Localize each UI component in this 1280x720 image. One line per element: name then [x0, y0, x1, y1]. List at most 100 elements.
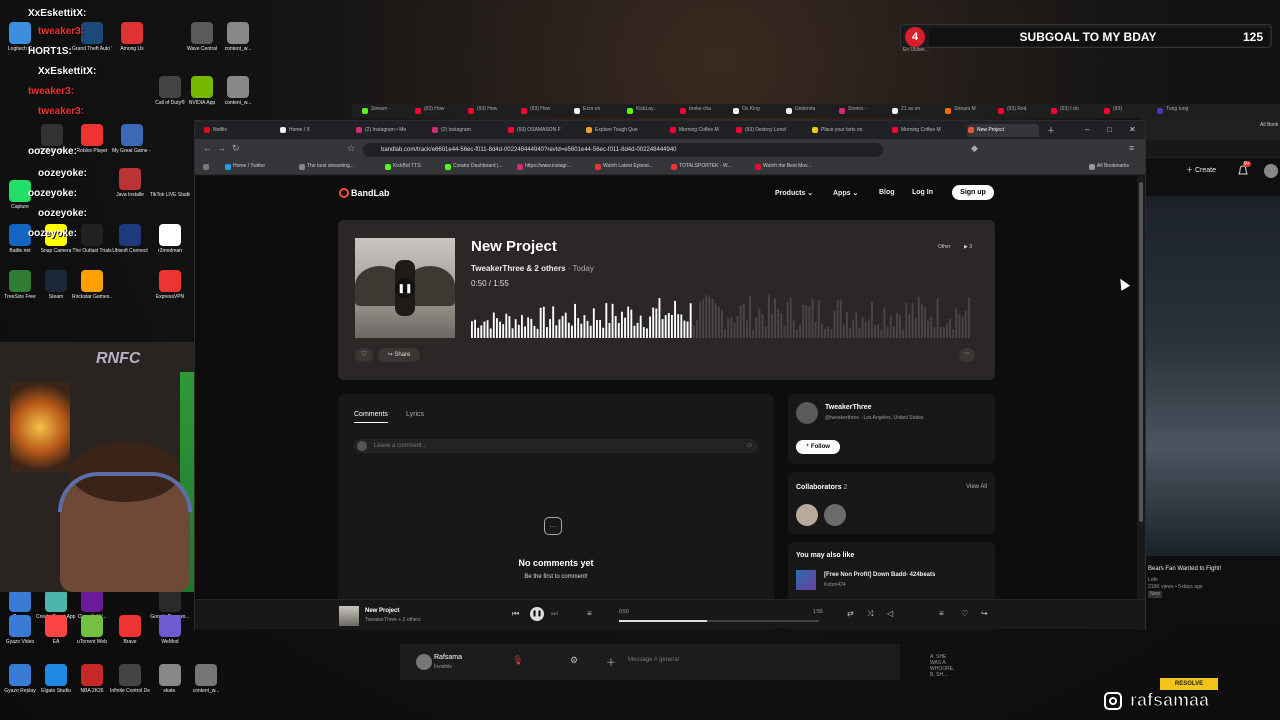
mute-icon[interactable]: 🎙: [512, 655, 523, 666]
view-all-link[interactable]: View All: [966, 484, 987, 490]
tab-active[interactable]: New Project: [967, 124, 1039, 137]
desktop-icon[interactable]: ExpressVPN: [150, 270, 190, 300]
desktop-icon[interactable]: Gyazo Video: [0, 615, 40, 645]
tab-lyrics[interactable]: Lyrics: [406, 411, 424, 418]
waveform[interactable]: [471, 292, 971, 338]
collaborator-avatar[interactable]: [824, 504, 846, 526]
track-artists[interactable]: TweakerThree & 2 others · Today: [471, 264, 594, 273]
desktop-icon[interactable]: Java Installe: [110, 168, 150, 198]
nav-login[interactable]: Log In: [912, 189, 933, 196]
nav-blog[interactable]: Blog: [879, 189, 895, 196]
track-cover[interactable]: ❚❚: [355, 238, 455, 338]
maximize-button[interactable]: □: [1107, 125, 1112, 134]
previous-icon[interactable]: ⏮: [512, 609, 519, 619]
discord-avatar[interactable]: [416, 654, 432, 670]
minimize-button[interactable]: –: [1085, 125, 1089, 134]
share-icon[interactable]: ↪: [981, 609, 988, 618]
nav-products[interactable]: Products ⌄: [775, 189, 813, 197]
emoji-icon[interactable]: ☺: [746, 439, 753, 453]
desktop-icon[interactable]: Among Us: [112, 22, 152, 52]
add-icon[interactable]: ＋: [606, 654, 616, 669]
browser-tab[interactable]: Place your bets on: [811, 124, 883, 137]
pause-button[interactable]: ❚❚: [530, 607, 544, 621]
reload-icon[interactable]: ↻: [232, 143, 240, 154]
background-tab[interactable]: Ezra on: [574, 106, 624, 117]
browser-tab[interactable]: (2) Instagram: [431, 124, 503, 137]
desktop-icon[interactable]: Elgato Studio: [36, 664, 76, 694]
browser-tab[interactable]: (93) OSAMASON F: [507, 124, 579, 137]
close-window-button[interactable]: ✕: [1129, 125, 1136, 134]
nav-apps[interactable]: Apps ⌄: [833, 189, 858, 197]
desktop-icon[interactable]: uTorrent Web: [72, 615, 112, 645]
background-tab[interactable]: (93) How: [468, 106, 518, 117]
all-bookmarks[interactable]: All Bookmarks: [1089, 163, 1129, 170]
desktop-icon[interactable]: Brave: [110, 615, 150, 645]
url-field[interactable]: bandlab.com/track/e6601e44-56ec-f011-8d4…: [363, 143, 883, 157]
pause-icon[interactable]: ❚❚: [395, 278, 415, 298]
profile-avatar[interactable]: [1264, 164, 1278, 178]
desktop-icon[interactable]: content_w...: [218, 76, 258, 106]
bell-icon[interactable]: 9+: [1236, 161, 1251, 178]
page-scrollbar[interactable]: [1137, 176, 1145, 630]
bookmark-star-icon[interactable]: ☆: [347, 143, 355, 154]
background-tab[interactable]: Stream M: [945, 106, 995, 117]
like-icon[interactable]: ♡: [961, 609, 968, 618]
desktop-icon[interactable]: EA: [36, 615, 76, 645]
browser-tab[interactable]: Netflix: [203, 124, 275, 137]
genre-badge[interactable]: Other: [938, 244, 951, 250]
desktop-icon[interactable]: Steam: [36, 270, 76, 300]
new-tab-button[interactable]: ＋: [1047, 125, 1055, 136]
bookmark-item[interactable]: KickBot TTS: [385, 163, 421, 170]
background-tab[interactable]: 21 av on: [892, 106, 942, 117]
more-options-icon[interactable]: ⋯: [959, 348, 975, 362]
create-button[interactable]: ＋ Create: [1186, 165, 1216, 175]
video-title[interactable]: Bears Fan Wanted to Fight!: [1148, 566, 1221, 572]
desktop-icon[interactable]: Wave Central: [182, 22, 222, 52]
browser-tab[interactable]: (2) Instagram • Me: [355, 124, 427, 137]
desktop-icon[interactable]: TreeSize Free: [0, 270, 40, 300]
bookmark-item[interactable]: Watch the Best Mov...: [755, 163, 811, 170]
artist-name[interactable]: TweakerThree: [825, 404, 872, 411]
background-tab[interactable]: Ox King: [733, 106, 783, 117]
video-thumbnail[interactable]: [1146, 196, 1280, 556]
comment-input[interactable]: Leave a comment... ☺: [354, 439, 758, 453]
browser-tab[interactable]: Explore Tough Que: [585, 124, 657, 137]
collaborator-avatar[interactable]: [796, 504, 818, 526]
bookmark-item[interactable]: Watch Latest Episod...: [595, 163, 653, 170]
background-tab[interactable]: KickLay..: [627, 106, 677, 117]
shuffle-icon[interactable]: ⤨: [867, 609, 873, 619]
browser-tab[interactable]: Home / X: [279, 124, 351, 137]
desktop-icon[interactable]: content_w...: [218, 22, 258, 52]
bookmark-item[interactable]: Creator Dashboard |...: [445, 163, 502, 170]
bookmark-item[interactable]: The best streaming...: [299, 163, 354, 170]
desktop-icon[interactable]: Infinite Control Deck.exe: [110, 664, 150, 694]
player-thumb[interactable]: [339, 606, 359, 626]
extension-icon[interactable]: ◆: [971, 143, 978, 154]
background-tab[interactable]: broke cha: [680, 106, 730, 117]
background-tab[interactable]: Understa: [786, 106, 836, 117]
message-input[interactable]: Message # general: [628, 657, 679, 663]
desktop-icon[interactable]: Roblox Player: [72, 124, 112, 154]
also-like-artist[interactable]: Kobro424: [824, 582, 846, 588]
repeat-icon[interactable]: ⇄: [847, 609, 854, 618]
artist-avatar[interactable]: [796, 402, 818, 424]
player-progress[interactable]: [619, 620, 819, 622]
background-tab[interactable]: (93) How: [521, 106, 571, 117]
share-button[interactable]: ↪ Share: [378, 348, 420, 362]
also-like-thumb[interactable]: [796, 570, 816, 590]
tab-comments[interactable]: Comments: [354, 411, 388, 423]
desktop-icon[interactable]: NVIDIA App: [182, 76, 222, 106]
heart-icon[interactable]: ♡: [355, 348, 373, 362]
bookmark-item[interactable]: https://www.instagr...: [517, 163, 571, 170]
desktop-icon[interactable]: WeMod: [150, 615, 190, 645]
signup-button[interactable]: Sign up: [952, 185, 994, 200]
background-tab[interactable]: Stream -: [362, 106, 412, 117]
desktop-icon[interactable]: Ubisoft Connect: [110, 224, 150, 254]
desktop-icon[interactable]: Rockstar Games...: [72, 270, 112, 300]
background-tab[interactable]: Tung tung: [1157, 106, 1207, 117]
background-tab[interactable]: (93) Red: [998, 106, 1048, 117]
background-tab[interactable]: (93) I do: [1051, 106, 1101, 117]
bookmark-item[interactable]: TOTALSPORTEK - W...: [671, 163, 732, 170]
desktop-icon[interactable]: r2modman: [150, 224, 190, 254]
next-icon[interactable]: ⏭: [551, 609, 558, 619]
